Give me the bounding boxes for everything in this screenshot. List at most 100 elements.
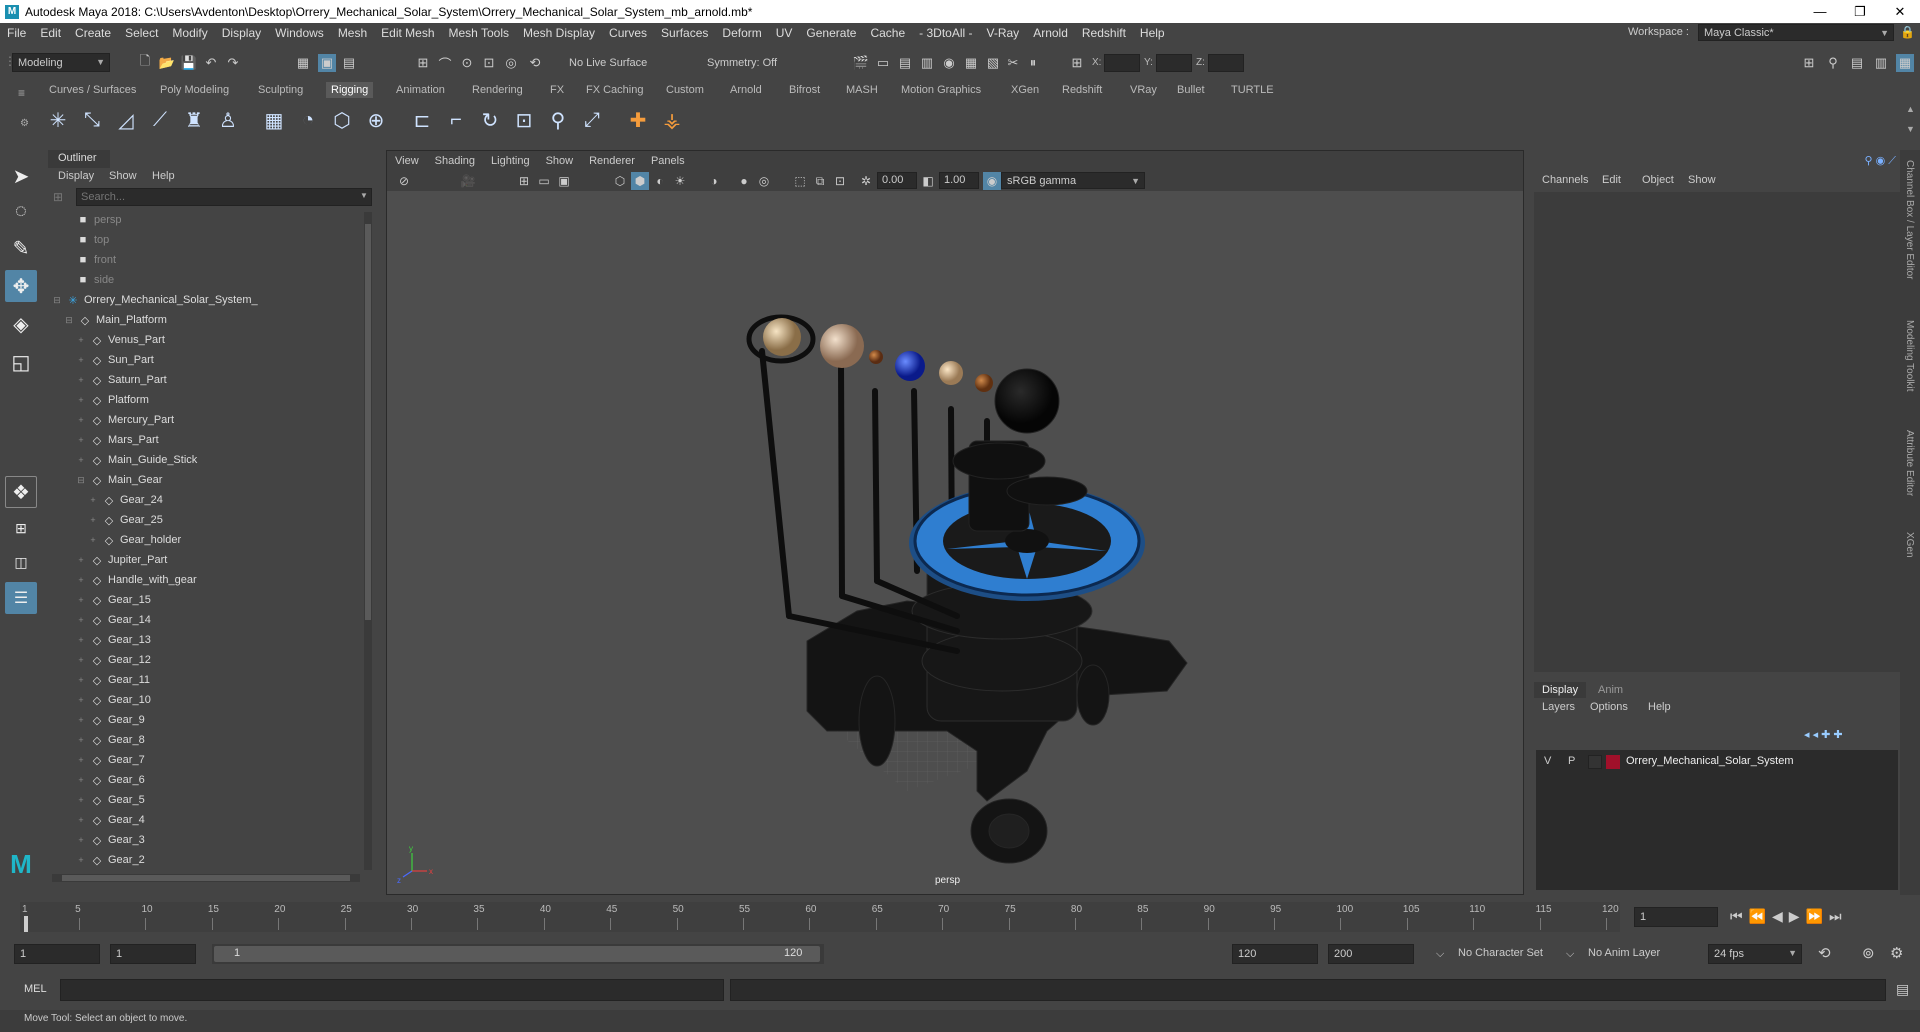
select-object-icon[interactable]: ▣ [318,54,336,72]
menu-generate[interactable]: Generate [799,26,863,40]
transform-mode-icon[interactable]: ⊞ [1068,54,1086,72]
shelf-settings-icon[interactable]: ⚙ [20,118,29,129]
start-time-field[interactable]: 1 [14,944,100,964]
resolution-gate-icon[interactable]: ▣ [555,172,573,190]
outliner-row[interactable]: + ◇ Mercury_Part [76,410,174,430]
anim-layer-dropdown[interactable]: No Anim Layer [1588,947,1660,959]
select-tool-icon[interactable]: ➤ [5,160,37,192]
auto-key-icon[interactable]: ⊚ [1862,944,1875,962]
xray-icon[interactable]: ⬚ [791,172,809,190]
outliner-row[interactable]: + ◇ Gear_24 [88,490,162,510]
outliner-row[interactable]: + ◇ Gear_6 [76,770,144,790]
move-tool-icon[interactable]: ✥ [5,270,37,302]
menu-help[interactable]: Help [1133,26,1172,40]
range-bar-handle[interactable] [214,946,820,962]
menu-cache[interactable]: Cache [863,26,912,40]
end-time-field[interactable]: 200 [1328,944,1414,964]
render-view-icon[interactable]: ▭ [874,54,892,72]
layers-menu-layers[interactable]: Layers [1542,701,1575,713]
outliner-hscroll[interactable] [52,874,360,882]
render-frame-icon[interactable]: 🎬 [852,54,870,72]
outliner-hscroll-thumb[interactable] [62,875,350,881]
ipr-render-icon[interactable]: ▤ [896,54,914,72]
menu-edit-mesh[interactable]: Edit Mesh [374,26,441,40]
layer-color-swatch[interactable] [1606,755,1620,769]
playback-end-field[interactable]: 120 [1232,944,1318,964]
shelf-tab-arnold[interactable]: Arnold [730,84,762,96]
open-scene-icon[interactable]: 📂 [158,54,176,72]
outliner-row[interactable]: + ◇ Gear_7 [76,750,144,770]
outliner-row[interactable]: + ◇ Gear_8 [76,730,144,750]
shelf-tab-turtle[interactable]: TURTLE [1231,84,1274,96]
shelf-tab-xgen[interactable]: XGen [1011,84,1039,96]
pause-icon[interactable]: ⏸ [1024,54,1042,72]
shelf-menu-icon[interactable]: ≡ [18,86,25,100]
wireframe-icon[interactable]: ⬡ [611,172,629,190]
channel-box-toolbar-icons[interactable]: ⚲ ◉ ⟋ [1865,154,1896,168]
snap-point-icon[interactable]: ⊙ [458,54,476,72]
shelf-tab-fx-caching[interactable]: FX Caching [586,84,643,96]
outliner-menu-help[interactable]: Help [152,170,175,182]
expand-toggle-icon[interactable]: ⊟ [52,295,62,305]
quick-rig-icon[interactable]: ♜ [180,106,208,134]
scale-tool-icon[interactable]: ◱ [5,346,37,378]
modeling-toolkit-icon[interactable]: ⊞ [1800,54,1818,72]
current-frame-field[interactable]: 1 [1634,907,1718,927]
menu-edit[interactable]: Edit [33,26,68,40]
film-gate-icon[interactable]: ▭ [535,172,553,190]
mel-label[interactable]: MEL [24,983,47,995]
outliner-row[interactable]: + ◇ Gear_5 [76,790,144,810]
textured-icon[interactable]: ◐ [651,172,669,190]
outliner-row[interactable]: ⊟ ◇ Main_Gear [76,470,162,490]
exposure-icon[interactable]: ✲ [857,172,875,190]
orient-constraint-icon[interactable]: ↻ [476,106,504,134]
ik-spline-icon[interactable]: ◿ [112,106,140,134]
ambient-occlusion-icon[interactable]: ● [735,172,753,190]
channels-menu-object[interactable]: Object [1642,174,1674,186]
menu-file[interactable]: File [0,26,33,40]
snap-curve-icon[interactable]: ⌒ [436,54,454,72]
redo-icon[interactable]: ↷ [224,54,242,72]
outliner-row[interactable]: + ◇ Gear_25 [88,510,162,530]
layer-tool-icons[interactable]: ◂ ◂ ✚ ✚ [1804,728,1843,741]
outliner-row[interactable]: + ◇ Gear_2 [76,850,144,870]
snap-together-icon[interactable]: ⟲ [526,54,544,72]
wire-icon[interactable]: ⊕ [362,106,390,134]
parent-constraint-icon[interactable]: ⚲ [544,106,572,134]
ik-fk-switch-icon[interactable]: ⚶ [658,106,686,134]
shelf-tab-sculpting[interactable]: Sculpting [258,84,303,96]
color-management-icon[interactable]: ◉ [983,172,1001,190]
layer-name[interactable]: Orrery_Mechanical_Solar_System [1626,755,1794,767]
time-slider-track[interactable]: 1 5 10 15 20 25 30 35 40 45 50 55 60 65 70 75 80 85 90 95 10… [20,902,1620,932]
expand-toggle-icon[interactable]: ⊟ [76,475,86,485]
symmetry-dropdown[interactable]: Symmetry: Off [702,53,808,72]
shelf-tab-poly-modeling[interactable]: Poly Modeling [160,84,229,96]
new-scene-icon[interactable]: 🗋 [136,53,154,72]
close-button[interactable]: ✕ [1880,0,1920,23]
expand-toggle-icon[interactable]: + [76,695,86,705]
expand-toggle-icon[interactable]: + [76,815,86,825]
menu-surfaces[interactable]: Surfaces [654,26,715,40]
aim-constraint-icon[interactable]: ⌐ [442,106,470,134]
render-sequence-icon[interactable]: ✂ [1004,54,1022,72]
y-field[interactable] [1156,54,1192,72]
expand-toggle-icon[interactable]: + [76,375,86,385]
isolate-select-icon[interactable]: ◎ [755,172,773,190]
outliner-row[interactable]: ■ side [52,270,115,290]
layer-tab-display[interactable]: Display [1534,682,1587,698]
layer-row[interactable]: V P Orrery_Mechanical_Solar_System [1536,752,1898,772]
menu-display[interactable]: Display [215,26,268,40]
outliner-row[interactable]: ■ top [52,230,110,250]
viewport-menu-show[interactable]: Show [538,155,582,167]
shelf-tab-rendering[interactable]: Rendering [472,84,523,96]
fps-dropdown[interactable]: 24 fps ▼ [1708,944,1802,964]
side-tab-modeling-toolkit[interactable]: Modeling Toolkit [1904,320,1915,392]
scale-constraint-icon[interactable]: ⊡ [510,106,538,134]
expand-toggle-icon[interactable]: + [88,495,98,505]
smooth-shade-icon[interactable]: ⬢ [631,172,649,190]
layer-visible-toggle[interactable]: V [1544,755,1551,767]
menu-redshift[interactable]: Redshift [1075,26,1133,40]
outliner-vscroll-thumb[interactable] [365,224,371,620]
outliner-search-input[interactable] [76,188,372,206]
shelf-tab-redshift[interactable]: Redshift [1062,84,1102,96]
